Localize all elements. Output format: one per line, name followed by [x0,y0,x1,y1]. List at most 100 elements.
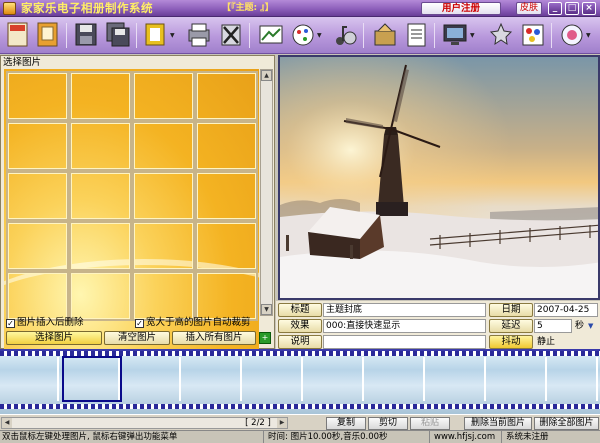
settings-icon[interactable] [488,21,514,49]
skin-button[interactable]: 皮肤 [516,2,542,15]
scroll-up-icon[interactable]: ▲ [261,70,272,81]
delete-current-image-button[interactable]: 删除当前图片 [464,417,532,430]
cut-button[interactable]: 剪切 [368,417,408,430]
status-time: 时间: 图片10.00秒,音乐0.00秒 [266,431,430,443]
date-label-button[interactable]: 日期 [489,303,533,317]
auto-crop-checkbox[interactable]: ✓ 宽大于高的图片自动裁剪 [135,317,251,329]
save-as-icon[interactable] [105,21,131,49]
film-frame[interactable] [123,357,181,401]
toolbar-separator [136,23,137,48]
add-icon[interactable]: + [259,332,271,344]
chevron-down-icon[interactable]: ▼ [470,32,476,39]
effects-icon[interactable] [290,21,316,49]
filmstrip-scrollbar[interactable]: ◀ [ 2/2 ] ▶ [1,417,288,429]
image-slot[interactable] [69,121,132,171]
image-slot[interactable] [195,221,258,271]
description-label-button[interactable]: 说明 [278,335,322,349]
toolbar: ▼ ▼ ▼ ▼ [0,17,600,54]
delay-field[interactable]: 5 [534,319,572,333]
checkbox-checked-icon: ✓ [135,319,144,328]
image-slot[interactable] [6,71,69,121]
status-bar: 双击鼠标左键处理图片, 鼠标右键弹出功能菜单 时间: 图片10.00秒,音乐0.… [0,430,600,443]
insert-all-images-button[interactable]: 插入所有图片 [172,331,256,345]
image-slot[interactable] [195,71,258,121]
display-icon[interactable] [442,21,468,49]
close-button[interactable]: × [582,2,596,15]
image-slot[interactable] [195,271,258,321]
image-slot[interactable] [69,171,132,221]
maximize-button[interactable]: □ [565,2,579,15]
vertical-scrollbar[interactable]: ▲ ▼ [260,69,273,316]
status-website: www.hfjsj.com [432,431,502,443]
film-frame[interactable] [367,357,425,401]
film-frame[interactable] [306,357,364,401]
photo-preview[interactable] [278,55,600,300]
delete-all-images-button[interactable]: 删除全部图片 [534,417,599,430]
description-field[interactable] [323,335,486,349]
title-field[interactable]: 主题封底 [323,303,486,317]
select-images-button[interactable]: 选择图片 [6,331,102,345]
save-icon[interactable] [73,21,99,49]
image-slot[interactable] [6,121,69,171]
image-select-panel: 选择图片 ▲ ▼ [0,55,275,370]
status-registration: 系统未注册 [506,432,549,442]
image-slot[interactable] [69,221,132,271]
film-frame[interactable] [1,357,59,401]
effect-field[interactable]: 000:直接快速显示 [323,319,486,333]
film-frame[interactable] [184,357,242,401]
image-slot[interactable] [132,271,195,321]
status-hint: 双击鼠标左键处理图片, 鼠标右键弹出功能菜单 [0,431,264,443]
register-button[interactable]: 用户注册 [421,2,501,15]
image-slot[interactable] [132,221,195,271]
music-icon[interactable] [332,21,358,49]
image-slot[interactable] [69,271,132,321]
image-slot[interactable] [132,171,195,221]
chevron-down-icon[interactable]: ▼ [317,32,323,39]
publish-icon[interactable] [372,21,398,49]
paint-icon[interactable] [520,21,546,49]
album-icon[interactable] [35,21,61,49]
copy-button[interactable]: 复制 [326,417,366,430]
film-frame[interactable] [489,357,547,401]
scroll-down-icon[interactable]: ▼ [261,304,272,315]
delay-label-button[interactable]: 延迟 [489,319,533,333]
film-frame[interactable] [428,357,486,401]
clear-images-button[interactable]: 清空图片 [104,331,170,345]
effect-label-button[interactable]: 效果 [278,319,322,333]
scroll-right-icon[interactable]: ▶ [277,418,287,428]
print-icon[interactable] [186,21,212,49]
image-slot[interactable] [6,171,69,221]
film-frame[interactable] [245,357,303,401]
image-slot[interactable] [195,121,258,171]
paste-button[interactable]: 粘贴 [410,417,450,430]
app-icon [3,2,16,15]
scroll-left-icon[interactable]: ◀ [2,418,12,428]
delete-after-insert-checkbox[interactable]: ✓ 图片插入后删除 [6,317,84,329]
image-slot[interactable] [6,221,69,271]
edit-image-icon[interactable] [258,21,284,49]
image-slot[interactable] [69,71,132,121]
title-bar: 家家乐电子相册制作系统 【『主题: 』】 用户注册 皮肤 _ □ × [0,0,600,17]
delete-icon[interactable] [218,21,244,49]
film-frame-selected[interactable] [62,356,122,402]
chevron-down-icon[interactable]: ▼ [170,32,176,39]
new-album-icon[interactable] [5,21,31,49]
shake-field[interactable]: 静止 [534,335,598,349]
help-icon[interactable] [559,21,585,49]
chevron-down-icon[interactable]: ▼ [586,32,592,39]
filmstrip [0,349,600,414]
document-icon[interactable] [404,21,430,49]
title-label-button[interactable]: 标题 [278,303,322,317]
image-slot[interactable] [132,121,195,171]
image-slot[interactable] [132,71,195,121]
minimize-button[interactable]: _ [548,2,562,15]
film-frame[interactable] [540,357,598,401]
image-slot[interactable] [6,271,69,321]
image-slot[interactable] [195,171,258,221]
chevron-down-icon[interactable]: ▼ [588,319,593,333]
date-field[interactable]: 2007-04-25 [534,303,598,317]
shake-label-button[interactable]: 抖动 [489,335,533,349]
subject-label: 【『主题: 』】 [222,3,274,13]
info-panel: 标题 主题封底 效果 000:直接快速显示 说明 日期 2007-04-25 延… [276,301,600,349]
frame-icon[interactable] [143,21,169,49]
